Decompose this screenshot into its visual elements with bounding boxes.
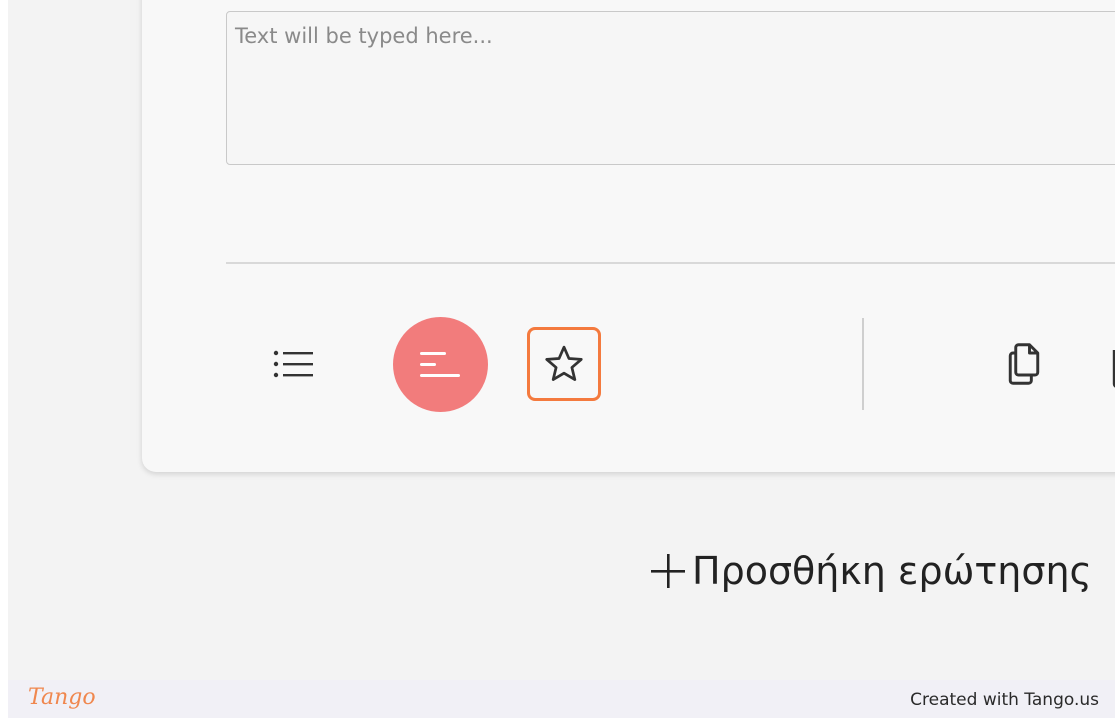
trash-icon xyxy=(1112,350,1115,388)
star-icon xyxy=(545,345,583,381)
plus-icon xyxy=(651,554,685,588)
copy-icon xyxy=(1008,343,1040,385)
toolbar-separator xyxy=(862,318,864,410)
rating-type-button[interactable] xyxy=(527,327,601,401)
tango-credit: Created with Tango.us xyxy=(910,690,1099,710)
add-question-button[interactable]: Προσθήκη ερώτησης xyxy=(648,541,1092,601)
answer-textarea[interactable]: Text will be typed here... xyxy=(226,11,1115,165)
form-builder-page: Text will be typed here... Προσθήκη ερώτ… xyxy=(8,0,1115,718)
card-divider xyxy=(226,262,1115,264)
tango-footer: Tango Created with Tango.us xyxy=(8,680,1115,718)
list-type-button[interactable] xyxy=(270,342,318,386)
delete-question-button[interactable] xyxy=(1104,340,1115,390)
duplicate-question-button[interactable] xyxy=(998,338,1050,390)
short-text-type-button[interactable] xyxy=(393,317,488,412)
add-question-label: Προσθήκη ερώτησης xyxy=(692,549,1092,593)
list-icon xyxy=(273,350,313,378)
tango-logo: Tango xyxy=(28,685,96,710)
short-text-icon xyxy=(419,351,460,377)
